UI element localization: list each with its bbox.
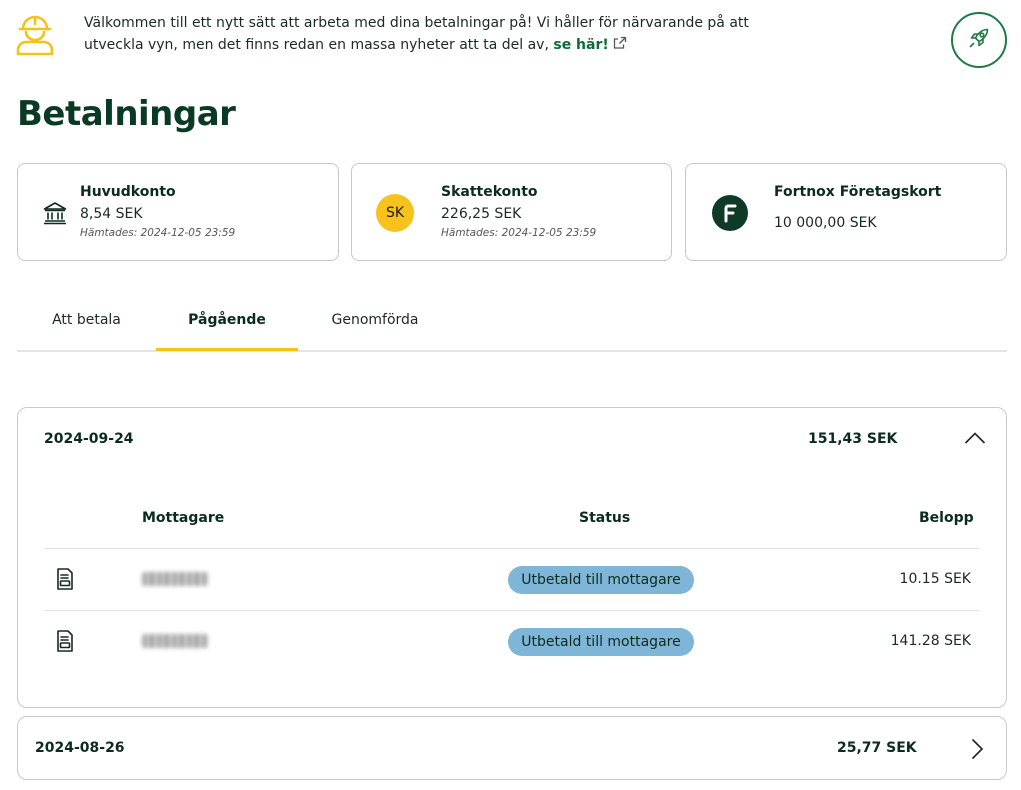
tab-pagaende[interactable]: Pågående (156, 290, 298, 350)
account-name: Huvudkonto (80, 184, 176, 200)
group-total: 25,77 SEK (837, 740, 917, 756)
account-balance: 226,25 SEK (441, 206, 522, 222)
column-header-recipient: Mottagare (142, 510, 225, 526)
tax-account-badge: SK (376, 194, 414, 232)
status-badge: Utbetald till mottagare (508, 566, 694, 594)
page-title: Betalningar (17, 94, 236, 134)
account-card-skattekonto[interactable]: SK Skattekonto 226,25 SEK Hämtades: 2024… (351, 163, 672, 261)
status-badge: Utbetald till mottagare (508, 628, 694, 656)
banner-link[interactable]: se här! (553, 37, 608, 53)
account-name: Fortnox Företagskort (774, 184, 942, 200)
payment-tabs: Att betala Pågående Genomförda (17, 290, 1007, 352)
account-balance: 10 000,00 SEK (774, 215, 877, 231)
fortnox-f-logo (711, 194, 749, 232)
account-card-foretagskort[interactable]: Fortnox Företagskort 10 000,00 SEK (685, 163, 1007, 261)
invoice-icon (54, 567, 76, 595)
chevron-right-icon[interactable] (970, 738, 984, 764)
row-amount: 10.15 SEK (899, 571, 971, 587)
rocket-button[interactable] (951, 12, 1007, 68)
payment-row[interactable]: Utbetald till mottagare 10.15 SEK (44, 548, 979, 610)
row-amount: 141.28 SEK (890, 633, 971, 649)
banner-text-line2: utveckla vyn, men det finns redan en mas… (84, 37, 554, 53)
recipient-name-redacted (142, 572, 208, 586)
tab-att-betala[interactable]: Att betala (17, 290, 156, 350)
banner-text-line1: Välkommen till ett nytt sätt att arbeta … (84, 15, 749, 31)
group-total: 151,43 SEK (808, 431, 898, 447)
column-header-amount: Belopp (919, 510, 974, 526)
tab-genomforda[interactable]: Genomförda (298, 290, 452, 350)
account-fetched-time: Hämtades: 2024-12-05 23:59 (80, 227, 236, 239)
account-name: Skattekonto (441, 184, 538, 200)
payment-group-collapsed[interactable]: 2024-08-26 25,77 SEK (17, 716, 1007, 780)
group-date: 2024-08-26 (35, 740, 125, 756)
active-tab-indicator (156, 348, 298, 351)
info-banner: Välkommen till ett nytt sätt att arbeta … (0, 0, 1021, 80)
chevron-up-icon[interactable] (964, 430, 986, 449)
construction-worker-icon (14, 12, 56, 56)
account-fetched-time: Hämtades: 2024-12-05 23:59 (441, 227, 597, 239)
bank-icon (36, 194, 74, 232)
column-header-status: Status (579, 510, 631, 526)
rocket-icon (966, 25, 992, 55)
account-card-huvudkonto[interactable]: Huvudkonto 8,54 SEK Hämtades: 2024-12-05… (17, 163, 339, 261)
external-link-icon[interactable] (613, 35, 627, 57)
sk-badge-text: SK (376, 194, 414, 232)
invoice-icon (54, 629, 76, 657)
banner-message: Välkommen till ett nytt sätt att arbeta … (84, 12, 784, 57)
group-date: 2024-09-24 (44, 431, 134, 447)
payment-row[interactable]: Utbetald till mottagare 141.28 SEK (44, 610, 979, 672)
payment-group-expanded: 2024-09-24 151,43 SEK Mottagare Status B… (17, 407, 1007, 708)
account-balance: 8,54 SEK (80, 206, 143, 222)
recipient-name-redacted (142, 634, 208, 648)
